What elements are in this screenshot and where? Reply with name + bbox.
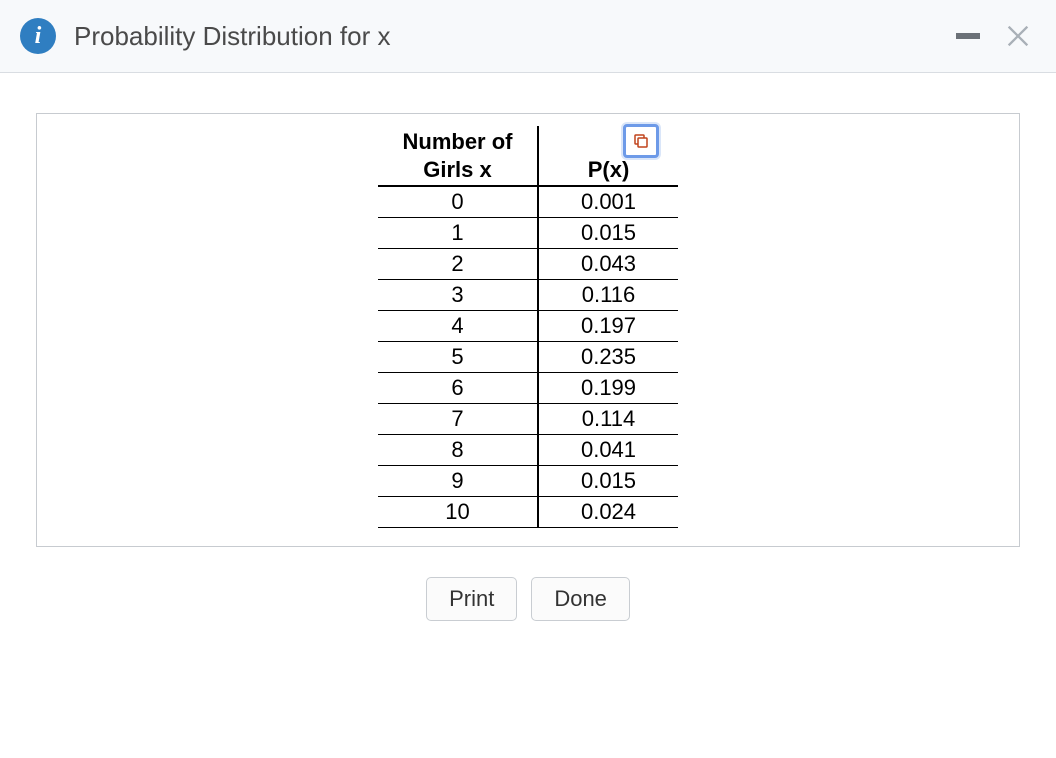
table-header-x: Number of Girls x — [378, 126, 538, 186]
cell-p: 0.041 — [538, 435, 678, 466]
cell-x: 7 — [378, 404, 538, 435]
header-controls — [956, 22, 1032, 50]
table-row: 80.041 — [378, 435, 678, 466]
table-row: 70.114 — [378, 404, 678, 435]
table-row: 00.001 — [378, 186, 678, 218]
close-icon[interactable] — [1004, 22, 1032, 50]
cell-p: 0.001 — [538, 186, 678, 218]
cell-x: 8 — [378, 435, 538, 466]
cell-x: 6 — [378, 373, 538, 404]
cell-p: 0.197 — [538, 311, 678, 342]
cell-x: 0 — [378, 186, 538, 218]
cell-x: 1 — [378, 218, 538, 249]
cell-p: 0.015 — [538, 218, 678, 249]
copy-button[interactable] — [623, 124, 659, 158]
header-left: i Probability Distribution for x — [20, 18, 390, 54]
table-row: 60.199 — [378, 373, 678, 404]
print-button[interactable]: Print — [426, 577, 517, 621]
cell-x: 4 — [378, 311, 538, 342]
table-row: 100.024 — [378, 497, 678, 528]
button-row: Print Done — [36, 577, 1020, 621]
cell-x: 10 — [378, 497, 538, 528]
cell-p: 0.235 — [538, 342, 678, 373]
cell-p: 0.114 — [538, 404, 678, 435]
table-row: 10.015 — [378, 218, 678, 249]
cell-p: 0.024 — [538, 497, 678, 528]
cell-x: 3 — [378, 280, 538, 311]
cell-p: 0.199 — [538, 373, 678, 404]
copy-icon — [632, 132, 650, 150]
minimize-icon[interactable] — [956, 33, 980, 39]
content-area: Number of Girls x P(x) 00.00110.01520.04… — [0, 73, 1056, 641]
table-row: 20.043 — [378, 249, 678, 280]
cell-p: 0.043 — [538, 249, 678, 280]
cell-x: 5 — [378, 342, 538, 373]
cell-x: 9 — [378, 466, 538, 497]
done-button[interactable]: Done — [531, 577, 630, 621]
dialog-header: i Probability Distribution for x — [0, 0, 1056, 73]
content-box: Number of Girls x P(x) 00.00110.01520.04… — [36, 113, 1020, 547]
table-row: 50.235 — [378, 342, 678, 373]
info-icon: i — [20, 18, 56, 54]
cell-p: 0.116 — [538, 280, 678, 311]
table-row: 40.197 — [378, 311, 678, 342]
table-row: 30.116 — [378, 280, 678, 311]
cell-p: 0.015 — [538, 466, 678, 497]
cell-x: 2 — [378, 249, 538, 280]
distribution-table: Number of Girls x P(x) 00.00110.01520.04… — [378, 126, 678, 528]
table-row: 90.015 — [378, 466, 678, 497]
dialog-title: Probability Distribution for x — [74, 21, 390, 52]
